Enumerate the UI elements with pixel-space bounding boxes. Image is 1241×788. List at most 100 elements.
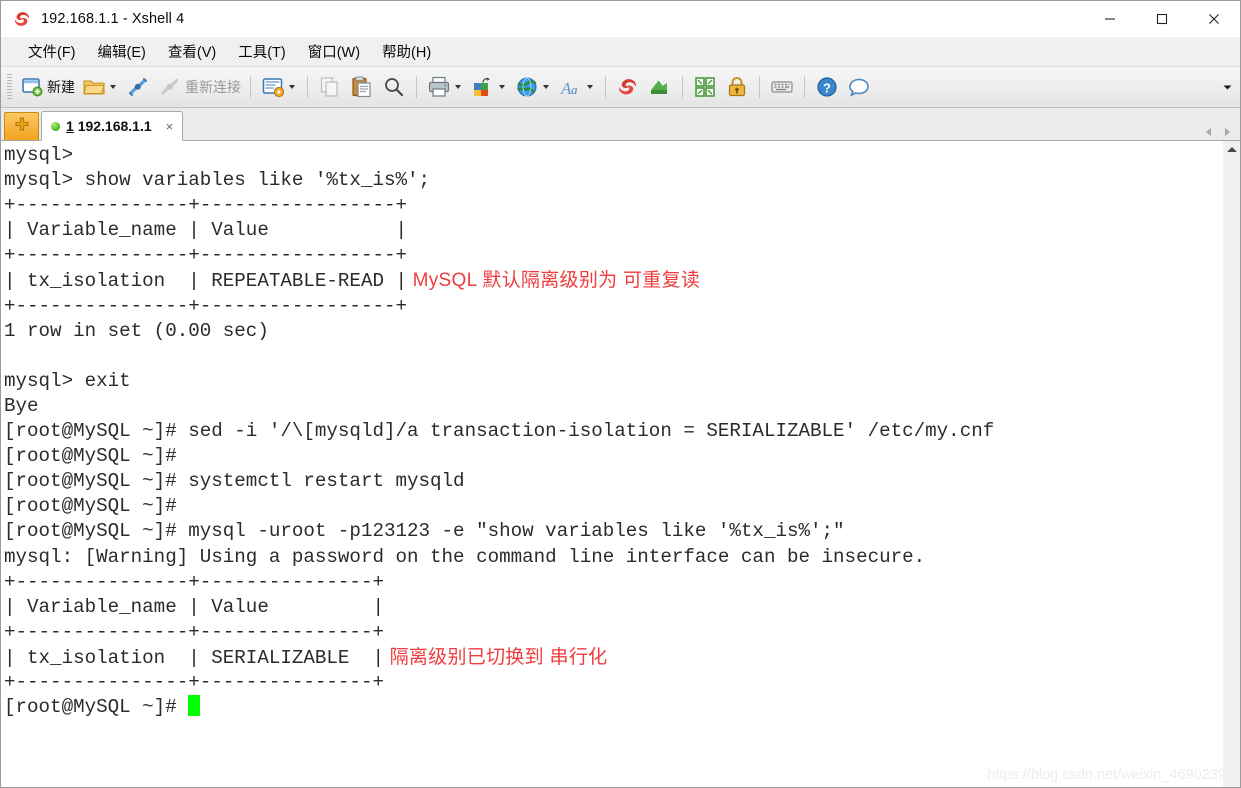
close-button[interactable] [1188, 1, 1240, 37]
terminal-line-text: [root@MySQL ~]# mysql -uroot -p123123 -e… [4, 520, 845, 543]
print-dropdown[interactable] [452, 73, 464, 101]
find-button[interactable] [378, 72, 410, 102]
open-session-button[interactable] [78, 72, 122, 102]
chevron-up-icon [1226, 147, 1237, 152]
toolbar-overflow-button[interactable] [1220, 77, 1234, 97]
lock-button[interactable] [721, 72, 753, 102]
terminal-line: [root@MySQL ~]# sed -i '/\[mysqld]/a tra… [4, 419, 1222, 444]
paste-icon [349, 74, 375, 100]
terminal-line-text: +---------------+-----------------+ [4, 244, 408, 267]
color-scheme-button[interactable] [467, 72, 511, 102]
new-tab-button[interactable] [4, 112, 39, 140]
tab-status-dot-icon [51, 121, 60, 131]
copy-icon [317, 74, 343, 100]
feedback-button[interactable] [843, 72, 875, 102]
tab-label: 1 192.168.1.1 [66, 118, 152, 134]
toolbar: 新建 重新连接 A a ? [1, 66, 1240, 108]
terminal-line-text: | tx_isolation | REPEATABLE-READ | [4, 270, 408, 293]
terminal-cursor [188, 695, 200, 717]
xshell-icon [615, 74, 641, 100]
help-button[interactable]: ? [811, 72, 843, 102]
terminal-line-text: +---------------+---------------+ [4, 570, 384, 593]
tab-scroll-right-icon[interactable] [1225, 128, 1230, 136]
color-palette-icon [470, 74, 496, 100]
menu-view[interactable]: 查看(V) [157, 39, 227, 64]
terminal-line-text: mysql> show variables like '%tx_is%'; [4, 169, 431, 192]
tab-scroll-controls [1206, 128, 1236, 136]
xftp-icon [647, 74, 673, 100]
reconnect-button[interactable]: 重新连接 [154, 72, 244, 102]
folder-open-icon [81, 74, 107, 100]
scrollbar-up-button[interactable] [1223, 141, 1240, 158]
terminal-line: +---------------+---------------+ [4, 570, 1222, 595]
terminal-output[interactable]: mysql> mysql> show variables like '%tx_is… [2, 141, 1222, 787]
menu-file[interactable]: 文件(F) [17, 39, 87, 64]
session-tab-192-168-1-1[interactable]: 1 192.168.1.1 × [41, 111, 184, 141]
font-dropdown[interactable] [584, 73, 596, 101]
terminal-line: | tx_isolation | SERIALIZABLE | 隔离级别已切换到… [4, 645, 1222, 670]
tab-scroll-left-icon[interactable] [1206, 128, 1211, 136]
copy-button[interactable] [314, 72, 346, 102]
keyboard-icon [769, 74, 795, 100]
menu-help[interactable]: 帮助(H) [371, 39, 442, 64]
printer-icon [426, 74, 452, 100]
terminal-line: +---------------+---------------+ [4, 620, 1222, 645]
font-icon: A a [558, 74, 584, 100]
terminal-line-text: [root@MySQL ~]# [4, 445, 177, 468]
xftp-button[interactable] [644, 72, 676, 102]
svg-text:a: a [571, 82, 578, 97]
encoding-dropdown[interactable] [540, 73, 552, 101]
tab-close-icon[interactable]: × [163, 119, 177, 134]
compose-bar-button[interactable] [766, 72, 798, 102]
help-question-icon: ? [814, 74, 840, 100]
toolbar-separator-1 [250, 76, 251, 98]
print-button[interactable] [423, 72, 467, 102]
terminal-line: | tx_isolation | REPEATABLE-READ | MySQL… [4, 268, 1222, 293]
tab-host: 192.168.1.1 [77, 118, 152, 134]
maximize-button[interactable] [1136, 1, 1188, 37]
terminal-area: mysql> mysql> show variables like '%tx_is… [1, 141, 1240, 787]
session-properties-button[interactable] [257, 72, 301, 102]
paste-button[interactable] [346, 72, 378, 102]
menu-edit[interactable]: 编辑(E) [87, 39, 157, 64]
terminal-line-text: +---------------+-----------------+ [4, 294, 408, 317]
terminal-line: Bye [4, 394, 1222, 419]
lock-icon [724, 74, 750, 100]
toolbar-separator-5 [682, 76, 683, 98]
terminal-line-text: Bye [4, 394, 39, 417]
terminal-line-text: [root@MySQL ~]# sed -i '/\[mysqld]/a tra… [4, 420, 995, 443]
terminal-line-text: | Variable_name | Value | [4, 595, 384, 618]
menu-window[interactable]: 窗口(W) [297, 39, 371, 64]
terminal-line-text: 1 row in set (0.00 sec) [4, 319, 269, 342]
terminal-line-text: [root@MySQL ~]# systemctl restart mysqld [4, 470, 465, 493]
terminal-line: mysql> [4, 143, 1222, 168]
connect-button[interactable] [122, 72, 154, 102]
toolbar-separator-6 [759, 76, 760, 98]
terminal-line: | Variable_name | Value | [4, 218, 1222, 243]
color-scheme-dropdown[interactable] [496, 73, 508, 101]
open-session-dropdown[interactable] [107, 73, 119, 101]
xshell-button[interactable] [612, 72, 644, 102]
terminal-scrollbar[interactable] [1222, 141, 1240, 787]
window-title: 192.168.1.1 - Xshell 4 [41, 11, 185, 27]
scrollbar-track[interactable] [1223, 158, 1240, 787]
menu-tools[interactable]: 工具(T) [227, 39, 297, 64]
terminal-line: [root@MySQL ~]# mysql -uroot -p123123 -e… [4, 519, 1222, 544]
arrange-windows-button[interactable] [689, 72, 721, 102]
font-button[interactable]: A a [555, 72, 599, 102]
new-session-button[interactable]: 新建 [16, 72, 78, 102]
terminal-line-text: mysql> exit [4, 369, 131, 392]
terminal-line-text: mysql: [Warning] Using a password on the… [4, 545, 926, 568]
terminal-line: +---------------+-----------------+ [4, 294, 1222, 319]
terminal-line: mysql: [Warning] Using a password on the… [4, 545, 1222, 570]
terminal-line: mysql> exit [4, 369, 1222, 394]
toolbar-separator-2 [307, 76, 308, 98]
toolbar-separator-3 [416, 76, 417, 98]
minimize-button[interactable] [1084, 1, 1136, 37]
encoding-button[interactable] [511, 72, 555, 102]
session-properties-dropdown[interactable] [286, 73, 298, 101]
terminal-line: +---------------+-----------------+ [4, 243, 1222, 268]
new-window-icon [19, 74, 45, 100]
toolbar-grip[interactable] [7, 74, 12, 100]
terminal-line: [root@MySQL ~]# [4, 695, 1222, 720]
